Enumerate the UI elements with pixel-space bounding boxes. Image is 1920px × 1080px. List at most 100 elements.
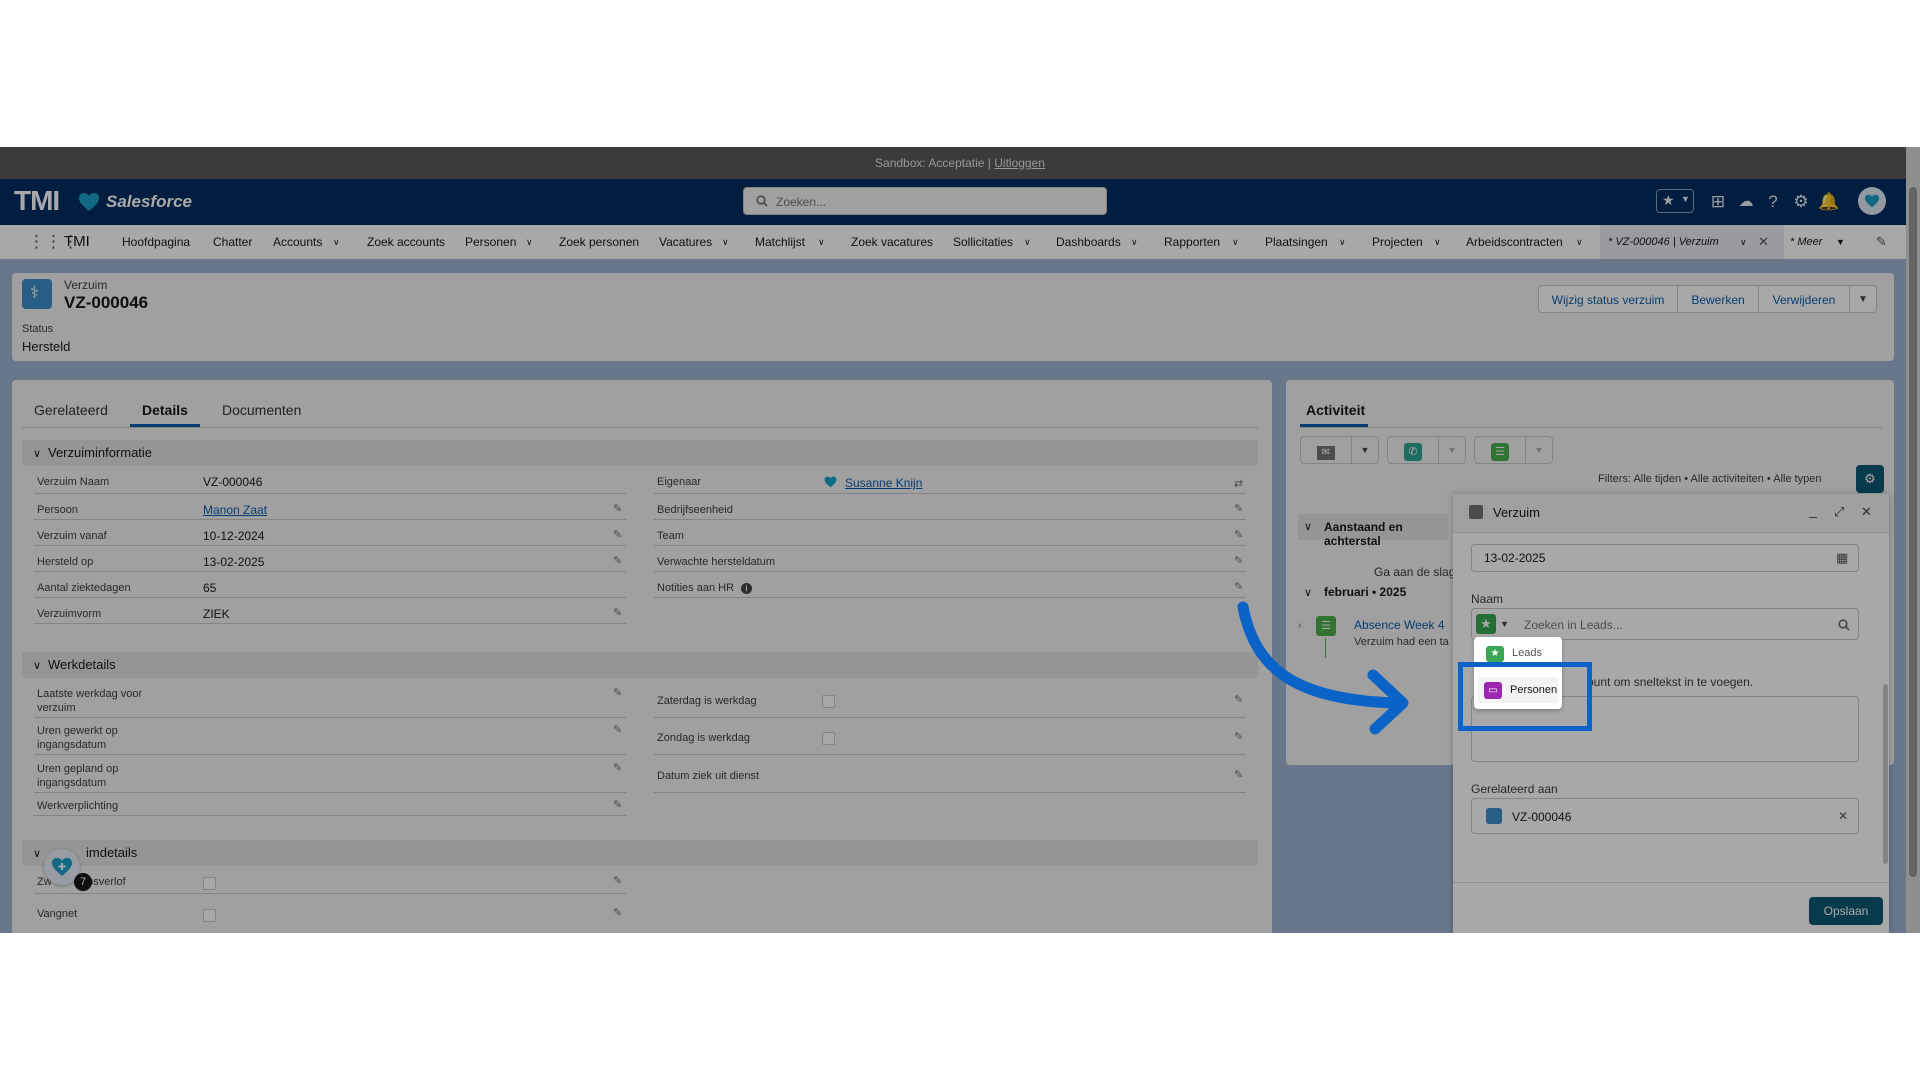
chevron-down-icon[interactable]: ∨ [1576, 225, 1583, 259]
nav-item-hoofdpagina[interactable]: Hoofdpagina [122, 225, 190, 259]
page-scrollbar-thumb[interactable] [1909, 187, 1917, 877]
new-task-button[interactable]: ☰ [1474, 436, 1526, 464]
section-werkdetails[interactable]: ∨ Werkdetails [22, 652, 1258, 678]
lookup-search-input[interactable] [1522, 615, 1826, 635]
chevron-down-icon[interactable]: ▼ [1525, 436, 1553, 464]
chevron-down-icon[interactable]: ∨ [1339, 225, 1346, 259]
nav-item-zoek-personen[interactable]: Zoek personen [559, 225, 639, 259]
utility-button[interactable]: 7 [44, 849, 92, 891]
trailhead-icon[interactable]: ☁ [1733, 189, 1759, 215]
nav-item-chatter[interactable]: Chatter [213, 225, 252, 259]
remove-icon[interactable]: ✕ [1838, 809, 1848, 823]
scrollbar-thumb[interactable] [1883, 684, 1888, 864]
tab-details[interactable]: Details [142, 402, 188, 418]
record-tab-label[interactable]: * VZ-000046 | Verzuim [1608, 225, 1719, 259]
nav-more[interactable]: * Meer [1790, 225, 1822, 259]
section-verzuiminformatie[interactable]: ∨ Verzuiminformatie [22, 440, 1258, 466]
tab-gerelateerd[interactable]: Gerelateerd [34, 402, 108, 418]
section-claimdetails[interactable]: ∨ imdetails [22, 840, 1258, 866]
zwangerschapsverlof-checkbox[interactable] [203, 877, 216, 890]
logout-link[interactable]: Uitloggen [994, 156, 1045, 170]
nav-item-zoek-accounts[interactable]: Zoek accounts [367, 225, 445, 259]
global-search[interactable] [743, 187, 1107, 215]
nav-item-vacatures[interactable]: Vacatures [659, 225, 712, 259]
chevron-down-icon[interactable]: ▼ [1438, 436, 1466, 464]
filter-settings-button[interactable]: ⚙ [1856, 465, 1884, 493]
pencil-icon[interactable]: ✎ [1234, 528, 1243, 541]
pencil-icon[interactable]: ✎ [613, 761, 622, 774]
nav-item-arbeidscontracten[interactable]: Arbeidscontracten [1466, 225, 1563, 259]
global-actions-icon[interactable]: ⊞ [1705, 189, 1731, 215]
zondag-checkbox[interactable] [822, 732, 835, 745]
more-actions-button[interactable]: ▼ [1849, 285, 1877, 313]
activity-title[interactable]: Activiteit [1306, 402, 1365, 418]
help-icon[interactable]: ? [1760, 189, 1786, 215]
nav-item-matchlijst[interactable]: Matchlijst [755, 225, 805, 259]
edit-nav-icon[interactable]: ✎ [1876, 225, 1887, 259]
bell-icon[interactable]: 🔔 [1816, 189, 1842, 215]
related-to-pill[interactable]: VZ-000046 ✕ [1471, 798, 1859, 834]
save-button[interactable]: Opslaan [1809, 897, 1883, 925]
pencil-icon[interactable]: ✎ [613, 554, 622, 567]
name-lookup[interactable]: ★ ▼ [1471, 608, 1859, 640]
pencil-icon[interactable]: ✎ [613, 686, 622, 699]
nav-item-rapporten[interactable]: Rapporten [1164, 225, 1220, 259]
tab-documenten[interactable]: Documenten [222, 402, 301, 418]
nav-item-accounts[interactable]: Accounts [273, 225, 322, 259]
chevron-down-icon[interactable]: ∨ [1024, 225, 1031, 259]
chevron-down-icon[interactable]: ∨ [1232, 225, 1239, 259]
date-field[interactable]: 13-02-2025 ▦ [1471, 544, 1859, 572]
expand-icon[interactable]: ⤢ [1834, 504, 1844, 520]
favorites-button[interactable]: ★ ▼ [1656, 189, 1694, 213]
info-icon[interactable]: i [741, 583, 752, 594]
nav-item-zoek-vacatures[interactable]: Zoek vacatures [851, 225, 933, 259]
email-button[interactable]: ✉ [1300, 436, 1352, 464]
avatar[interactable] [1858, 187, 1886, 215]
chevron-down-icon[interactable]: ∨ [333, 225, 340, 259]
change-owner-icon[interactable]: ⇄ [1234, 477, 1243, 490]
chevron-down-icon[interactable]: ∨ [526, 225, 533, 259]
pencil-icon[interactable]: ✎ [613, 502, 622, 515]
chevron-down-icon[interactable]: ∨ [1434, 225, 1441, 259]
pencil-icon[interactable]: ✎ [613, 906, 622, 919]
zaterdag-checkbox[interactable] [822, 695, 835, 708]
close-tab-icon[interactable]: ✕ [1758, 225, 1769, 259]
nav-item-personen[interactable]: Personen [465, 225, 516, 259]
pencil-icon[interactable]: ✎ [613, 606, 622, 619]
activity-filters[interactable]: Filters: Alle tijden • Alle activiteiten… [1598, 473, 1822, 485]
upcoming-section[interactable]: ∨ Aanstaand en achterstal [1298, 514, 1448, 548]
pencil-icon[interactable]: ✎ [613, 798, 622, 811]
pencil-icon[interactable]: ✎ [1234, 580, 1243, 593]
chevron-down-icon[interactable]: ∨ [1740, 225, 1747, 259]
chevron-down-icon[interactable]: ∨ [722, 225, 729, 259]
chevron-down-icon[interactable]: ∨ [818, 225, 825, 259]
pencil-icon[interactable]: ✎ [1234, 502, 1243, 515]
chevron-down-icon[interactable]: ∨ [1131, 225, 1138, 259]
persoon-link[interactable]: Manon Zaat [203, 503, 267, 517]
minimize-icon[interactable]: _ [1809, 502, 1817, 518]
pencil-icon[interactable]: ✎ [613, 528, 622, 541]
gear-icon[interactable]: ⚙ [1788, 189, 1814, 215]
change-status-button[interactable]: Wijzig status verzuim [1538, 285, 1678, 313]
eigenaar-link[interactable]: Susanne Knijn [845, 476, 922, 490]
calendar-icon[interactable]: ▦ [1836, 550, 1848, 566]
nav-item-plaatsingen[interactable]: Plaatsingen [1265, 225, 1328, 259]
pencil-icon[interactable]: ✎ [613, 874, 622, 887]
delete-button[interactable]: Verwijderen [1758, 285, 1850, 313]
global-search-input[interactable] [774, 192, 1098, 212]
log-call-button[interactable]: ✆ [1387, 436, 1439, 464]
page-scrollbar[interactable] [1906, 147, 1920, 933]
vangnet-checkbox[interactable] [203, 909, 216, 922]
object-switcher[interactable]: ★ ▼ [1474, 611, 1514, 637]
nav-item-sollicitaties[interactable]: Sollicitaties [953, 225, 1013, 259]
pencil-icon[interactable]: ✎ [613, 723, 622, 736]
edit-button[interactable]: Bewerken [1677, 285, 1759, 313]
nav-item-dashboards[interactable]: Dashboards [1056, 225, 1121, 259]
nav-item-projecten[interactable]: Projecten [1372, 225, 1423, 259]
pencil-icon[interactable]: ✎ [1234, 554, 1243, 567]
close-icon[interactable]: ✕ [1861, 504, 1872, 520]
chevron-down-icon[interactable]: ▼ [1836, 225, 1845, 259]
composer-scrollbar[interactable] [1883, 544, 1888, 874]
pencil-icon[interactable]: ✎ [1234, 768, 1243, 781]
chevron-down-icon[interactable]: ▼ [1351, 436, 1379, 464]
